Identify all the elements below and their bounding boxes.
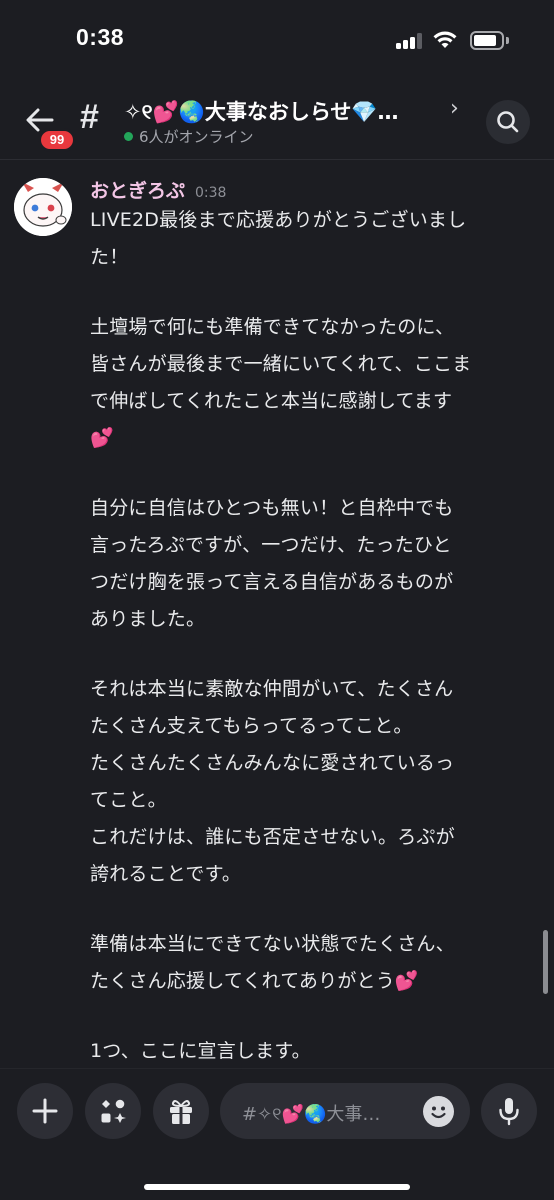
message-line: 自分に自信はひとつも無い！と自枠中でも <box>90 497 454 519</box>
message-meta: おとぎろぷ 0:38 <box>90 176 226 203</box>
online-count: 6人がオンライン <box>139 128 254 146</box>
message-line: たくさんたくさんみんなに愛されているっ <box>90 752 455 774</box>
message-paragraph: 土壇場で何にも準備できてなかったのに、 皆さんが最後まで一緒にいてくれて、ここまで… <box>90 309 530 457</box>
home-indicator <box>144 1184 410 1190</box>
message-line: 1つ、ここに宣言します。 <box>90 1040 311 1062</box>
author-name[interactable]: おとぎろぷ <box>90 176 185 203</box>
wifi-icon <box>433 31 457 48</box>
message-line: 準備は本当にできてない状態でたくさん、 <box>90 933 455 955</box>
message-line: ありました。 <box>90 608 206 630</box>
unread-badge: 99 <box>38 128 76 152</box>
plus-icon <box>32 1098 58 1124</box>
scrollbar[interactable] <box>543 930 548 994</box>
chevron-right-icon[interactable]: › <box>450 96 459 121</box>
microphone-icon <box>499 1098 519 1126</box>
message-line: た！ <box>90 246 129 268</box>
message-line: たくさん支えてもらってるってこと。 <box>90 715 413 737</box>
message-timestamp: 0:38 <box>195 185 227 201</box>
channel-header: 99 # ✧୧💕🌏大事なおしらせ💎… › 6人がオンライン <box>0 84 554 160</box>
message-paragraph: LIVE2D最後まで応援ありがとうございまし た！ <box>90 202 530 276</box>
message-line: で伸ばしてくれたこと本当に感謝してます <box>90 390 453 412</box>
apps-button[interactable] <box>85 1083 141 1139</box>
message-line: LIVE2D最後まで応援ありがとうございまし <box>90 209 467 231</box>
gift-icon <box>170 1100 192 1124</box>
channel-name[interactable]: ✧୧💕🌏大事なおしらせ💎… <box>124 96 444 126</box>
avatar-image <box>14 178 72 236</box>
status-time: 0:38 <box>76 24 125 50</box>
message-line: 土壇場で何にも準備できてなかったのに、 <box>90 316 455 338</box>
message-line: つだけ胸を張って言える自信があるものが <box>90 571 454 593</box>
add-button[interactable] <box>17 1083 73 1139</box>
gift-button[interactable] <box>153 1083 209 1139</box>
message-input[interactable]: #✧୧💕🌏大事… <box>220 1083 470 1139</box>
message-body: LIVE2D最後まで応援ありがとうございまし た！ 土壇場で何にも準備できてなかった… <box>90 202 530 1103</box>
emoji-button[interactable] <box>423 1096 454 1127</box>
message-line: これだけは、誰にも否定させない。ろぷが <box>90 826 455 848</box>
search-button[interactable] <box>486 100 530 144</box>
message-line: それは本当に素敵な仲間がいて、たくさん <box>90 678 454 700</box>
message-line: 言ったろぷですが、一つだけ、たったひと <box>90 534 452 556</box>
cellular-signal-icon <box>396 33 426 49</box>
avatar[interactable] <box>14 178 72 236</box>
emoji-icon <box>431 1106 446 1119</box>
message-paragraph: 準備は本当にできてない状態でたくさん、 たくさん応援してくれてありがとう💕 <box>90 926 530 1000</box>
status-bar: 0:38 <box>0 0 554 84</box>
online-status: 6人がオンライン <box>124 126 254 147</box>
battery-cap <box>506 37 509 44</box>
message-line: 💕 <box>90 427 114 449</box>
apps-icon <box>101 1099 126 1123</box>
message-line: 誇れることです。 <box>90 863 242 885</box>
message-input-placeholder: #✧୧💕🌏大事… <box>242 1104 381 1125</box>
message-line: てこと。 <box>90 789 167 811</box>
message-paragraph: 自分に自信はひとつも無い！と自枠中でも 言ったろぷですが、一つだけ、たったひと つだ… <box>90 490 530 638</box>
message-composer: #✧୧💕🌏大事… <box>0 1068 554 1200</box>
channel-hash-icon: # <box>80 98 99 136</box>
message-line: 皆さんが最後まで一緒にいてくれて、ここま <box>90 353 472 375</box>
message-paragraph: 1つ、ここに宣言します。 <box>90 1033 530 1070</box>
battery-icon <box>470 31 504 50</box>
message-paragraph: それは本当に素敵な仲間がいて、たくさん たくさん支えてもらってるってこと。たくさん… <box>90 671 530 893</box>
search-icon <box>497 111 519 133</box>
message-line: たくさん応援してくれてありがとう💕 <box>90 970 419 992</box>
voice-button[interactable] <box>481 1083 537 1139</box>
online-dot-icon <box>124 132 133 141</box>
